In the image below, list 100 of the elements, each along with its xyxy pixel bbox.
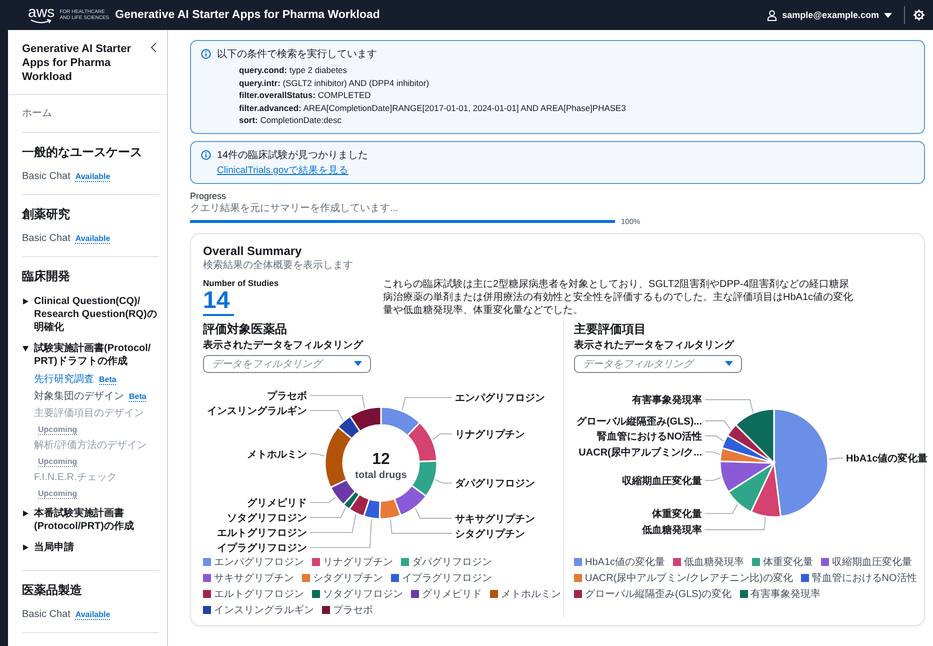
query-parameter: query.cond: type 2 diabetes <box>239 64 348 76</box>
results-link[interactable]: ClinicalTrials.govで結果を見る <box>217 164 348 176</box>
legend-label: 体重変化量 <box>763 556 814 568</box>
alert-message: 14件の臨床試験が見つかりました <box>217 148 368 162</box>
progress-description: クエリ結果を元にサマリーを作成しています... <box>190 202 400 214</box>
slice-label: グリメピリド <box>247 498 307 508</box>
filter-label: 表示されたデータをフィルタリング <box>574 338 734 352</box>
slice-label: エンパグリフロジン <box>455 392 545 404</box>
leader-line <box>704 434 724 442</box>
legend-label: 収縮期血圧変化量 <box>832 556 912 568</box>
slice-label: グローバル縦隔歪み(GLS)... <box>576 416 702 427</box>
status-badge: Available <box>75 610 110 620</box>
smile-arrow-icon <box>30 19 52 24</box>
leader-line <box>704 516 766 530</box>
nav-link[interactable]: Basic Chat <box>22 233 70 244</box>
status-badge: Upcoming <box>38 457 78 467</box>
slice-label: エルトグリフロジン <box>217 528 307 538</box>
leader-line <box>704 398 754 412</box>
section-heading: 医薬品製造 <box>22 582 83 599</box>
legend-label: エルトグリフロジン <box>214 588 304 600</box>
nav-link[interactable]: Basic Chat <box>22 609 70 620</box>
slice-label: シタグリプチン <box>455 528 525 540</box>
caret-icon <box>354 361 362 366</box>
caret-icon[interactable] <box>22 510 29 517</box>
filter-label: 表示されたデータをフィルタリング <box>203 338 363 352</box>
status-badge: Available <box>75 234 110 244</box>
leader-line <box>704 420 731 430</box>
nav-group[interactable]: 試験実施計画書(Protocol/ PRT)ドラフトの作成 <box>34 342 159 368</box>
legend-label: グローバル縦隔歪み(GLS)の変化 <box>585 588 732 600</box>
filter-select[interactable]: データをフィルタリング <box>574 354 742 372</box>
leader-line <box>828 457 844 460</box>
chart-slice <box>380 406 421 436</box>
query-parameter: query.intr: (SGLT2 inhibitor) AND (DPP4 inhibitor) <box>239 76 430 89</box>
panel-heading: 主要評価項目 <box>574 320 646 338</box>
slice-label: イプラグリフロジン <box>217 542 307 554</box>
alert-message: 以下の条件で検索を実行しています <box>217 48 377 61</box>
slice-label: プラセボ <box>267 390 307 402</box>
summary-text: これらの臨床試験は主に2型糖尿病患者を対象としており、SGLT2阻害剤やDPP-4阻害剤などの経口糖尿病治療薬の単剤または併用療法の有効性と安全性を評価するものでした。主な評価項目はHbA1c値の変化量や低血糖発現率、体重変化量などでした。 <box>383 278 853 316</box>
legend-label: グリメピリド <box>422 588 482 600</box>
card-title: Overall Summary <box>203 244 303 258</box>
query-parameter: filter.advanced: AREA[CompletionDate]RANGE[2017-01-01, 2024-01-01] AND AREA[Phase]PHASE3 <box>239 102 626 114</box>
status-badge: Upcoming <box>38 425 78 435</box>
collapse-icon[interactable] <box>150 42 157 53</box>
donut-center-value: 12 <box>372 450 390 468</box>
slice-label: 腎血管におけるNO活性 <box>597 430 702 442</box>
section-heading: 一般的なユースケース <box>22 144 143 161</box>
query-parameter: filter.overallStatus: COMPLETED <box>239 89 372 102</box>
settings-icon[interactable] <box>913 9 925 21</box>
legend-label: エンパグリフロジン <box>214 556 304 568</box>
nav-link[interactable]: Basic Chat <box>22 171 70 182</box>
slice-label: サキサグリプチン <box>455 513 535 524</box>
nav-group[interactable]: Clinical Question(CQ)/ Research Question(RQ)の明確化 <box>34 295 159 334</box>
leader-line <box>432 433 452 440</box>
status-badge: Upcoming <box>38 489 78 499</box>
progress-label: Progress <box>190 190 228 200</box>
legend-label: 有害事象発現率 <box>750 588 821 600</box>
slice-label: 低血糖発現率 <box>642 524 702 536</box>
status-badge: Beta <box>99 375 116 385</box>
slice-label: ダパグリフロジン <box>455 478 535 490</box>
user-menu-button[interactable]: sample@example.com <box>763 8 896 22</box>
nav-link[interactable]: 先行研究調査 <box>34 372 94 386</box>
home-link[interactable]: ホーム <box>22 106 159 120</box>
info-icon <box>201 150 211 160</box>
legend-label: UACR(尿中アルブミン/クレアチニン比)の変化 <box>585 572 793 584</box>
filter-select[interactable]: データをフィルタリング <box>203 354 371 372</box>
legend-label: ダパグリフロジン <box>412 556 492 568</box>
nav-group[interactable]: 当局申請 <box>34 541 74 554</box>
sidebar-title: Generative AI Starter Apps for Pharma Workload <box>22 42 132 84</box>
legend-label: ソタグリフロジン <box>323 588 403 600</box>
stat-label: Number of Studies <box>203 278 279 288</box>
status-badge: Available <box>75 172 110 182</box>
leader-line <box>310 496 336 502</box>
chart-slice <box>348 493 370 516</box>
slice-label: 有害事象発現率 <box>632 394 702 406</box>
chart-slice <box>406 421 438 462</box>
legend-label: 腎血管におけるNO活性 <box>812 572 917 584</box>
legend-label: HbA1c値の変化量 <box>585 556 666 568</box>
slice-label: リナグリプチン <box>455 428 525 440</box>
panel-heading: 評価対象医薬品 <box>203 320 287 338</box>
leader-line <box>704 503 738 514</box>
nav-group[interactable]: 本番試験実施計画書(Protocol/PRT)の作成 <box>34 507 159 533</box>
section-heading: 創薬研究 <box>22 206 71 223</box>
section-heading: 臨床開発 <box>22 268 71 285</box>
user-icon <box>767 10 778 20</box>
card-subtitle: 検索結果の全体概要を表示します <box>203 258 354 272</box>
leader-line <box>402 396 452 410</box>
slice-label: メトホルミン <box>247 448 307 460</box>
slice-label: HbA1c値の変化量 <box>846 453 928 464</box>
query-parameter: sort: CompletionDate:desc <box>239 114 343 126</box>
leader-line <box>704 451 720 454</box>
caret-icon[interactable] <box>22 298 29 305</box>
status-badge: Beta <box>129 392 146 402</box>
nav-link[interactable]: 対象集団のデザイン <box>34 389 124 403</box>
leader-line <box>310 453 325 456</box>
caret-icon[interactable] <box>22 544 29 551</box>
caret-icon[interactable] <box>22 345 29 352</box>
leader-line <box>704 476 722 480</box>
app-title: Generative AI Starter Apps for Pharma Workload <box>115 9 380 21</box>
slice-label: UACR(尿中アルブミン/ク... <box>578 446 702 458</box>
legend-label: メトホルミン <box>501 588 561 600</box>
